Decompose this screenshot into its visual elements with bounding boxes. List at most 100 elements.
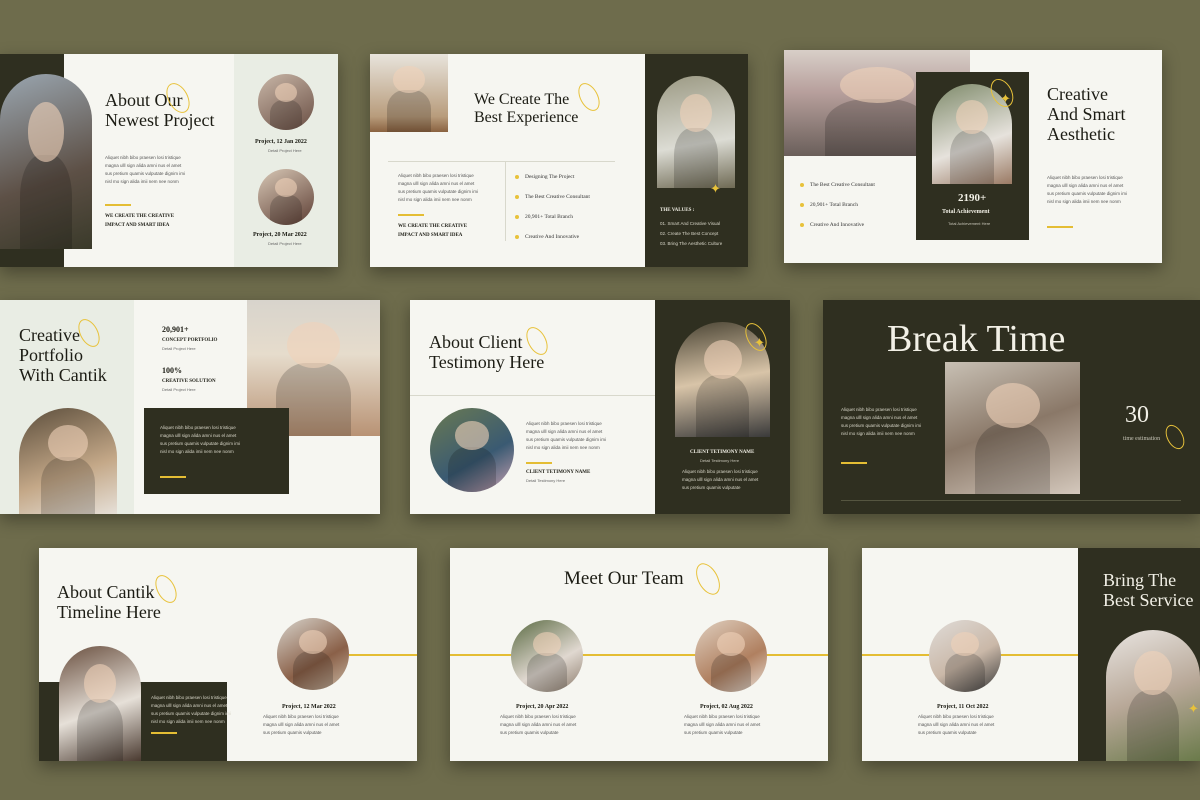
client-name: CLIENT TETIMONY NAME bbox=[526, 470, 591, 475]
stat-2-number: 100% bbox=[162, 366, 182, 375]
values-2: 02. Create The Best Concept bbox=[660, 231, 719, 236]
stat-2-label: CREATIVE SOLUTION bbox=[162, 379, 216, 384]
feature-list: Designing The Project The Best Creative … bbox=[515, 174, 590, 254]
list-item: Creative And Innovative bbox=[800, 222, 875, 228]
slide-title: Bring The Best Service bbox=[1103, 570, 1194, 611]
stat-2-detail: Detail Project Here bbox=[162, 387, 196, 392]
accent-line bbox=[526, 462, 552, 464]
values-1: 01. Smart And Creative Visual bbox=[660, 221, 720, 226]
project-detail-2: Detail Project Here bbox=[268, 241, 302, 246]
body-text: Aliquet nibh bibo praesen losi tristique… bbox=[151, 695, 232, 724]
list-item: The Best Creative Consultant bbox=[515, 194, 590, 200]
sparkle-icon: ✦ bbox=[710, 181, 721, 196]
stat-number: 2190+ bbox=[958, 192, 987, 204]
accent-ring bbox=[574, 79, 604, 115]
divider bbox=[410, 395, 655, 396]
body-text-2: Aliquet nibh bibo praesen losi tristique… bbox=[682, 469, 759, 490]
list-item: Designing The Project bbox=[515, 174, 590, 180]
tagline: WE CREATE THE CREATIVE IMPACT AND SMART … bbox=[398, 224, 468, 238]
stat-1-number: 20,901+ bbox=[162, 325, 189, 334]
values-title: THE VALUES : bbox=[660, 208, 695, 213]
list-item: 20,901+ Total Branch bbox=[515, 214, 590, 220]
time-label: time estimation bbox=[1123, 436, 1161, 442]
accent-line bbox=[160, 476, 186, 478]
project-label: Project, 12 Mar 2022 bbox=[282, 704, 336, 710]
tagline: WE CREATE THE CREATIVE IMPACT AND SMART … bbox=[105, 214, 175, 228]
project-detail-1: Detail Project Here bbox=[268, 148, 302, 153]
slide-timeline[interactable]: About Cantik Timeline Here Aliquet nibh … bbox=[39, 548, 417, 761]
slide-title: We Create The Best Experience bbox=[474, 91, 579, 126]
body-text: Aliquet nibh bibo praesen losi tristique… bbox=[526, 421, 607, 450]
slide-creative-aesthetic[interactable]: ✦ 2190+ Total Achievement Total Achievem… bbox=[784, 50, 1162, 263]
body-text: Aliquet nibh bibo praesen losi tristique… bbox=[1047, 175, 1128, 204]
feature-list: The Best Creative Consultant 20,901+ Tot… bbox=[800, 182, 875, 242]
accent-ring bbox=[1161, 421, 1189, 453]
slide-title: About Our Newest Project bbox=[105, 90, 215, 131]
photo-project-1 bbox=[258, 74, 314, 130]
team-1-label: Project, 20 Apr 2022 bbox=[516, 704, 569, 710]
slide-best-experience[interactable]: We Create The Best Experience Aliquet ni… bbox=[370, 54, 748, 267]
project-label-2: Project, 20 Mar 2022 bbox=[253, 232, 307, 238]
client-name-2: CLIENT TETIMONY NAME bbox=[690, 450, 755, 455]
divider bbox=[841, 500, 1181, 501]
slide-creative-portfolio[interactable]: Creative Portfolio With Cantik 20,901+ C… bbox=[0, 300, 380, 514]
slide-title: About Cantik Timeline Here bbox=[57, 582, 161, 623]
sparkle-icon: ✦ bbox=[754, 335, 765, 350]
stat-1-label: CONCEPT PORTFOLIO bbox=[162, 338, 218, 343]
list-item: The Best Creative Consultant bbox=[800, 182, 875, 188]
body-text: Aliquet nibh bibo praesen losi tristique… bbox=[160, 425, 241, 454]
accent-line bbox=[841, 462, 867, 464]
timeline-line bbox=[349, 654, 417, 656]
team-1-text: Aliquet nibh bibo praesen losi tristique… bbox=[500, 714, 577, 735]
timeline-line bbox=[450, 654, 828, 656]
photo-woman-dress bbox=[657, 76, 735, 188]
photo-hat-woman bbox=[277, 618, 349, 690]
stat-label: Total Achievement bbox=[942, 209, 990, 215]
sparkle-icon: ✦ bbox=[1188, 701, 1199, 716]
body-text: Aliquet nibh bibo praesen losi tristique… bbox=[841, 407, 922, 436]
client-detail: Detail Testimony Here bbox=[526, 478, 566, 483]
project-label: Project, 11 Oct 2022 bbox=[937, 704, 989, 710]
slide-break-time[interactable]: Break Time Aliquet nibh bibo praesen los… bbox=[823, 300, 1200, 514]
stat-1-detail: Detail Project Here bbox=[162, 346, 196, 351]
accent-line bbox=[1047, 226, 1073, 228]
time-number: 30 bbox=[1125, 402, 1149, 428]
slide-client-testimony[interactable]: About Client Testimony Here Aliquet nibh… bbox=[410, 300, 790, 514]
accent-ring bbox=[691, 559, 725, 599]
slide-best-service[interactable]: Project, 11 Oct 2022 Aliquet nibh bibo p… bbox=[862, 548, 1200, 761]
project-text: Aliquet nibh bibo praesen losi tristique… bbox=[918, 714, 995, 735]
photo-woman-portrait bbox=[929, 620, 1001, 692]
stat-sub: Total Achievement Here bbox=[948, 221, 991, 226]
slide-title: Creative And Smart Aesthetic bbox=[1047, 84, 1126, 145]
divider bbox=[388, 161, 615, 162]
photo-team-1 bbox=[511, 620, 583, 692]
project-text: Aliquet nibh bibo praesen losi tristique… bbox=[263, 714, 340, 735]
accent-line bbox=[398, 214, 424, 216]
photo-woman-hat bbox=[945, 362, 1080, 494]
client-detail-2: Detail Testimony Here bbox=[700, 458, 740, 463]
slide-about-newest-project[interactable]: About Our Newest Project Aliquet nibh bi… bbox=[0, 54, 338, 267]
photo-client bbox=[430, 408, 514, 492]
team-2-label: Project, 02 Aug 2022 bbox=[700, 704, 753, 710]
sparkle-icon: ✦ bbox=[1000, 91, 1011, 106]
accent-line bbox=[105, 204, 131, 206]
body-text: Aliquet nibh bibo praesen losi tristique… bbox=[105, 155, 186, 184]
photo-woman-sitting bbox=[19, 408, 117, 514]
team-2-text: Aliquet nibh bibo praesen losi tristique… bbox=[684, 714, 761, 735]
body-text: Aliquet nibh bibo praesen losi tristique… bbox=[398, 173, 479, 202]
photo-man-flowers bbox=[1106, 630, 1200, 761]
photo-woman-outdoor bbox=[59, 646, 141, 761]
photo-woman-street bbox=[0, 74, 92, 249]
list-item: Creative And Innovative bbox=[515, 234, 590, 240]
list-item: 20,901+ Total Branch bbox=[800, 202, 875, 208]
slide-title: Break Time bbox=[887, 318, 1066, 360]
photo-project-2 bbox=[258, 169, 314, 225]
slide-meet-team[interactable]: Meet Our Team Project, 20 Apr 2022 Aliqu… bbox=[450, 548, 828, 761]
photo-window bbox=[370, 54, 448, 132]
divider-v bbox=[505, 161, 506, 241]
photo-team-2 bbox=[695, 620, 767, 692]
accent-line bbox=[151, 732, 177, 734]
project-label-1: Project, 12 Jan 2022 bbox=[255, 139, 307, 145]
slide-title: Meet Our Team bbox=[564, 568, 684, 589]
values-3: 03. Bring The Aesthetic Culture bbox=[660, 241, 723, 246]
